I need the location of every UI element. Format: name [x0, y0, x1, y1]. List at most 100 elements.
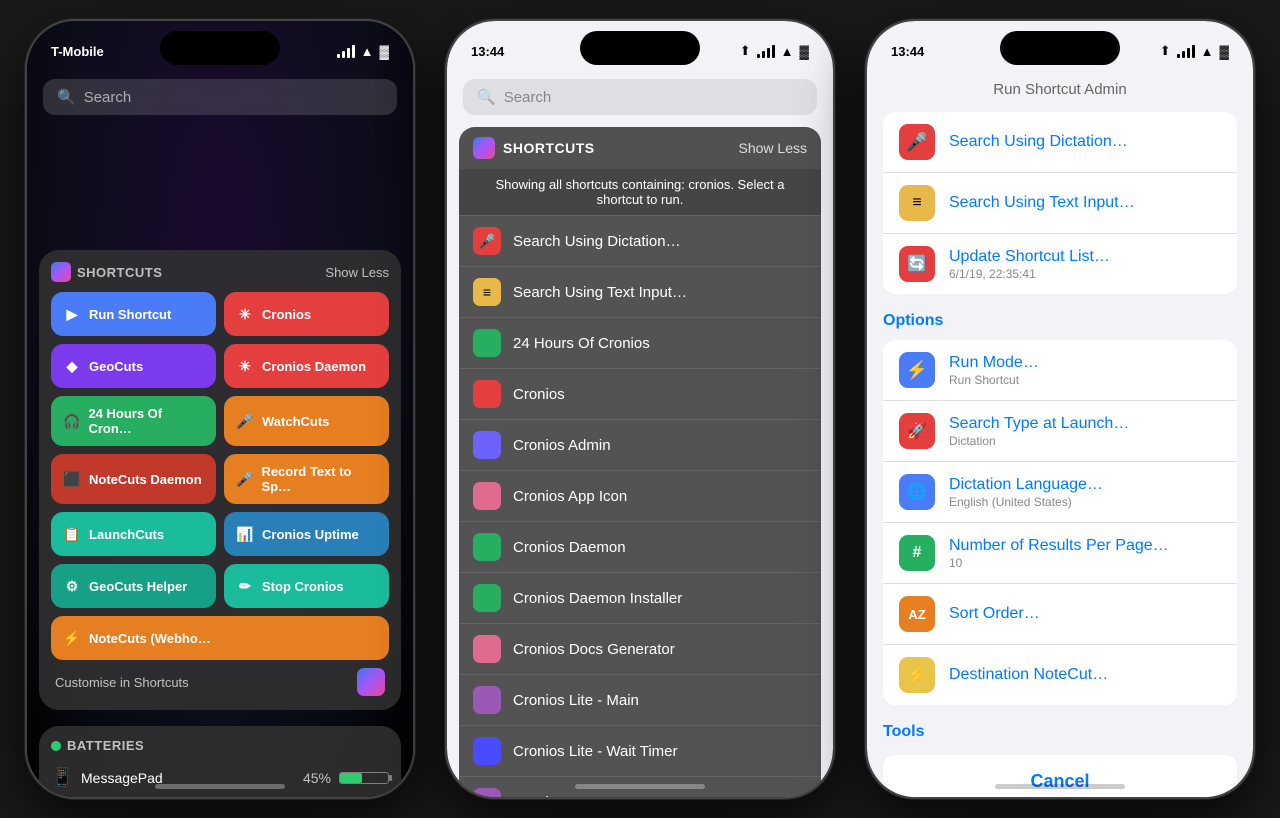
dictation-name: Search Using Dictation…	[513, 233, 681, 250]
phone-1: T-Mobile ▲ ▓ 🔍 Search	[25, 19, 415, 799]
sp-item-cronios-lite-timer[interactable]: Cronios Lite - Wait Timer	[459, 725, 821, 776]
signal-icon-3	[1177, 45, 1195, 58]
shortcut-geocuts-helper[interactable]: ⚙ GeoCuts Helper	[51, 564, 216, 608]
search-placeholder-2: Search	[504, 89, 552, 106]
shortcuts-panel-header: SHORTCUTS Show Less	[459, 127, 821, 169]
detail-update-title: Update Shortcut List…	[949, 248, 1221, 266]
shortcut-notecuts-webho[interactable]: ⚡ NoteCuts (Webho…	[51, 616, 389, 660]
cronios-installer-icon	[473, 584, 501, 612]
shortcut-cronios[interactable]: ✳ Cronios	[224, 292, 389, 336]
shortcut-label: Cronios Daemon	[262, 359, 366, 374]
show-less-button[interactable]: Show Less	[325, 265, 389, 280]
widget-header: SHORTCUTS Show Less	[51, 262, 389, 282]
options-item-results[interactable]: # Number of Results Per Page… 10	[883, 523, 1237, 584]
cronios-docs-name: Cronios Docs Generator	[513, 641, 675, 658]
sp-show-less[interactable]: Show Less	[739, 140, 807, 156]
options-item-sortorder[interactable]: AZ Sort Order…	[883, 584, 1237, 645]
shortcut-label: GeoCuts Helper	[89, 579, 187, 594]
cronios2-name: Cronios	[513, 386, 565, 403]
time-2: 13:44	[471, 44, 504, 59]
24hours-name: 24 Hours Of Cronios	[513, 335, 650, 352]
status-icons-3: ⬆ ▲ ▓	[1160, 43, 1229, 59]
location-icon-3: ⬆	[1160, 43, 1171, 59]
sp-list: 🎤 Search Using Dictation… ≡ Search Using…	[459, 215, 821, 797]
launchcuts-icon: 📋	[63, 526, 81, 543]
textinput-icon: ≡	[473, 278, 501, 306]
dictlang-title: Dictation Language…	[949, 476, 1221, 494]
searchtype-icon: 🚀	[899, 413, 935, 449]
sp-item-cronios-daemon2[interactable]: Cronios Daemon	[459, 521, 821, 572]
shortcut-stop-cronios[interactable]: ✏ Stop Cronios	[224, 564, 389, 608]
cronios-appicon-icon	[473, 482, 501, 510]
messagepad-icon: 📱	[51, 767, 73, 788]
cronios-lite-main-name: Cronios Lite - Main	[513, 692, 639, 709]
sp-item-cronios-admin[interactable]: Cronios Admin	[459, 419, 821, 470]
shortcut-label: LaunchCuts	[89, 527, 164, 542]
dictlang-subtitle: English (United States)	[949, 495, 1221, 509]
sp-item-cronios-appicon[interactable]: Cronios App Icon	[459, 470, 821, 521]
home-indicator-3	[995, 784, 1125, 789]
shortcut-geocuts[interactable]: ◆ GeoCuts	[51, 344, 216, 388]
searchtype-text: Search Type at Launch… Dictation	[949, 415, 1221, 448]
shortcut-notecuts-daemon[interactable]: ⬛ NoteCuts Daemon	[51, 454, 216, 504]
stop-cronios-icon: ✏	[236, 578, 254, 595]
signal-icon-2	[757, 45, 775, 58]
lock-search-bar[interactable]: 🔍 Search	[43, 79, 397, 115]
sp-item-dictation[interactable]: 🎤 Search Using Dictation…	[459, 215, 821, 266]
signal-icon	[337, 45, 355, 58]
options-list: ⚡ Run Mode… Run Shortcut 🚀 Search Type a…	[883, 340, 1237, 705]
detail-textinput-title: Search Using Text Input…	[949, 194, 1221, 212]
detail-item-dictation[interactable]: 🎤 Search Using Dictation…	[883, 112, 1237, 173]
shortcut-watchcuts[interactable]: 🎤 WatchCuts	[224, 396, 389, 446]
search-bar-2[interactable]: 🔍 Search	[463, 79, 817, 115]
shortcut-run-shortcut[interactable]: ▶ Run Shortcut	[51, 292, 216, 336]
phone-2: 13:44 ⬆ ▲ ▓ 🔍	[445, 19, 835, 799]
sp-item-cronios-docs[interactable]: Cronios Docs Generator	[459, 623, 821, 674]
dynamic-island-3	[1000, 31, 1120, 65]
options-item-runmode[interactable]: ⚡ Run Mode… Run Shortcut	[883, 340, 1237, 401]
options-item-dictlang[interactable]: 🌐 Dictation Language… English (United St…	[883, 462, 1237, 523]
runmode-text: Run Mode… Run Shortcut	[949, 354, 1221, 387]
shortcuts-widget: SHORTCUTS Show Less ▶ Run Shortcut ✳ Cro…	[39, 250, 401, 710]
24hours-icon: 🎧	[63, 413, 80, 430]
shortcut-label: Cronios Uptime	[262, 527, 359, 542]
customise-text[interactable]: Customise in Shortcuts	[55, 675, 189, 690]
cronios-lite-timer-icon	[473, 737, 501, 765]
cancel-bar: Cancel	[883, 755, 1237, 797]
shortcut-record-text[interactable]: 🎤 Record Text to Sp…	[224, 454, 389, 504]
cronios-logo-name: Cronios Logo	[513, 794, 602, 798]
shortcut-label: WatchCuts	[262, 414, 329, 429]
sp-item-cronios[interactable]: Cronios	[459, 368, 821, 419]
options-item-destination[interactable]: ⚡ Destination NoteCut…	[883, 645, 1237, 705]
cronios-daemon-icon: ✳	[236, 358, 254, 375]
wifi-icon: ▲	[361, 44, 374, 59]
shortcut-cronios-daemon[interactable]: ✳ Cronios Daemon	[224, 344, 389, 388]
options-item-searchtype[interactable]: 🚀 Search Type at Launch… Dictation	[883, 401, 1237, 462]
tools-label: Tools	[867, 709, 1253, 747]
shortcut-24hours[interactable]: 🎧 24 Hours Of Cron…	[51, 396, 216, 446]
status-icons-1: ▲ ▓	[337, 44, 389, 59]
detail-item-update[interactable]: 🔄 Update Shortcut List… 6/1/19, 22:35:41	[883, 234, 1237, 294]
detail-update-icon: 🔄	[899, 246, 935, 282]
results-icon: #	[899, 535, 935, 571]
dictlang-text: Dictation Language… English (United Stat…	[949, 476, 1221, 509]
textinput-name: Search Using Text Input…	[513, 284, 687, 301]
messagepad-pct: 45%	[295, 770, 331, 786]
dictlang-icon: 🌐	[899, 474, 935, 510]
shortcut-cronios-uptime[interactable]: 📊 Cronios Uptime	[224, 512, 389, 556]
battery-icon-2: ▓	[800, 44, 809, 59]
messagepad-battery-bar	[339, 772, 389, 784]
cronios-installer-name: Cronios Daemon Installer	[513, 590, 682, 607]
notecuts-daemon-icon: ⬛	[63, 471, 81, 488]
sp-item-cronios-daemon-installer[interactable]: Cronios Daemon Installer	[459, 572, 821, 623]
shortcut-launchcuts[interactable]: 📋 LaunchCuts	[51, 512, 216, 556]
sp-item-textinput[interactable]: ≡ Search Using Text Input…	[459, 266, 821, 317]
battery-icon-3: ▓	[1220, 44, 1229, 59]
cronios-lite-timer-name: Cronios Lite - Wait Timer	[513, 743, 677, 760]
sp-item-cronios-lite-main[interactable]: Cronios Lite - Main	[459, 674, 821, 725]
customise-row: Customise in Shortcuts	[51, 660, 389, 698]
sp-item-24hours[interactable]: 24 Hours Of Cronios	[459, 317, 821, 368]
detail-item-textinput[interactable]: ≡ Search Using Text Input…	[883, 173, 1237, 234]
shortcuts-grid: ▶ Run Shortcut ✳ Cronios ◆ GeoCuts	[51, 292, 389, 608]
runmode-subtitle: Run Shortcut	[949, 373, 1221, 387]
